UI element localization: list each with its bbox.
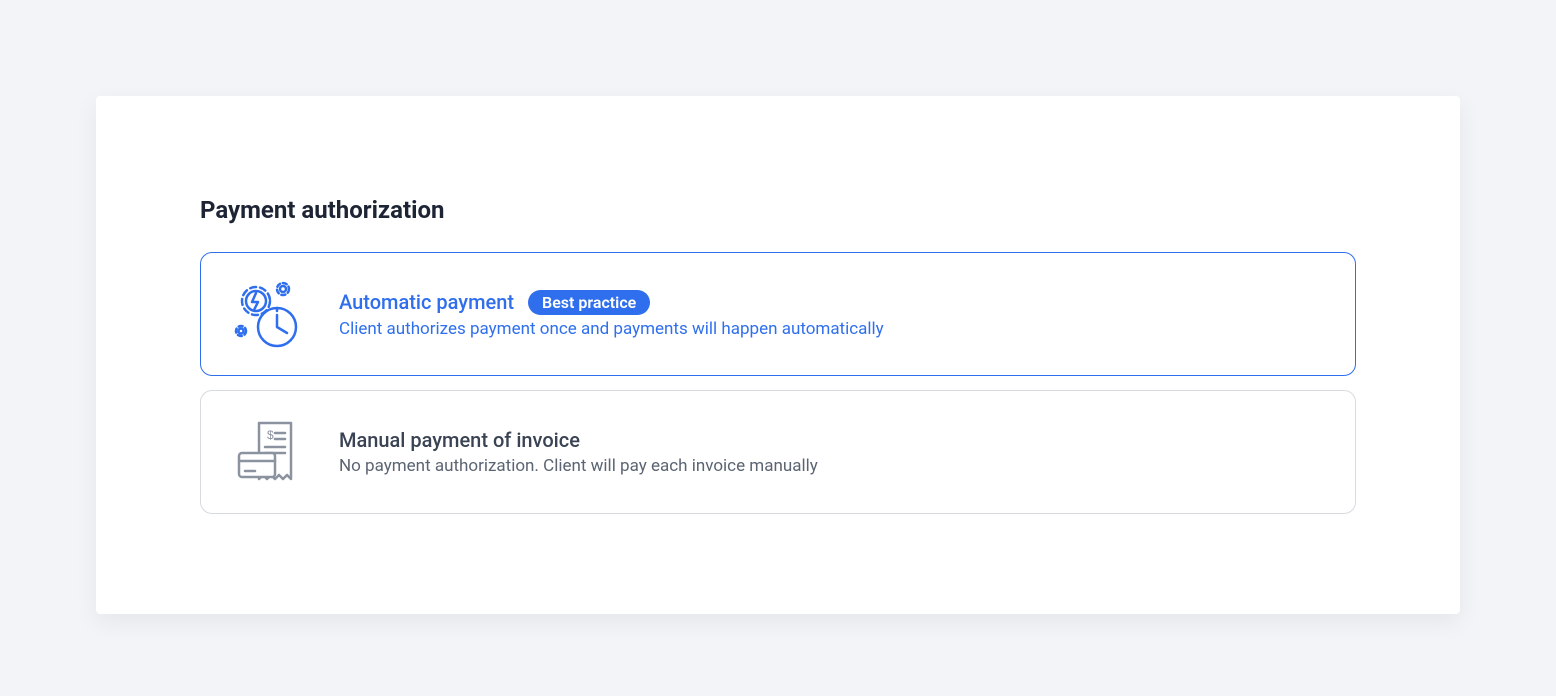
option-description: Client authorizes payment once and payme… [339,319,884,339]
automation-gear-clock-icon [229,275,313,353]
payment-authorization-card: Payment authorization [96,96,1460,614]
svg-text:$: $ [267,428,274,442]
option-title: Manual payment of invoice [339,428,580,452]
option-text: Manual payment of invoice No payment aut… [339,428,818,476]
best-practice-badge: Best practice [528,290,650,315]
invoice-card-icon: $ [229,413,313,491]
section-title: Payment authorization [200,196,1356,224]
option-description: No payment authorization. Client will pa… [339,456,818,476]
option-title-row: Automatic payment Best practice [339,290,884,315]
option-manual-payment[interactable]: $ Manual payment of invoice No payment a… [200,390,1356,514]
option-automatic-payment[interactable]: Automatic payment Best practice Client a… [200,252,1356,376]
payment-options: Automatic payment Best practice Client a… [200,252,1356,514]
option-title: Automatic payment [339,290,514,314]
option-text: Automatic payment Best practice Client a… [339,290,884,339]
option-title-row: Manual payment of invoice [339,428,818,452]
